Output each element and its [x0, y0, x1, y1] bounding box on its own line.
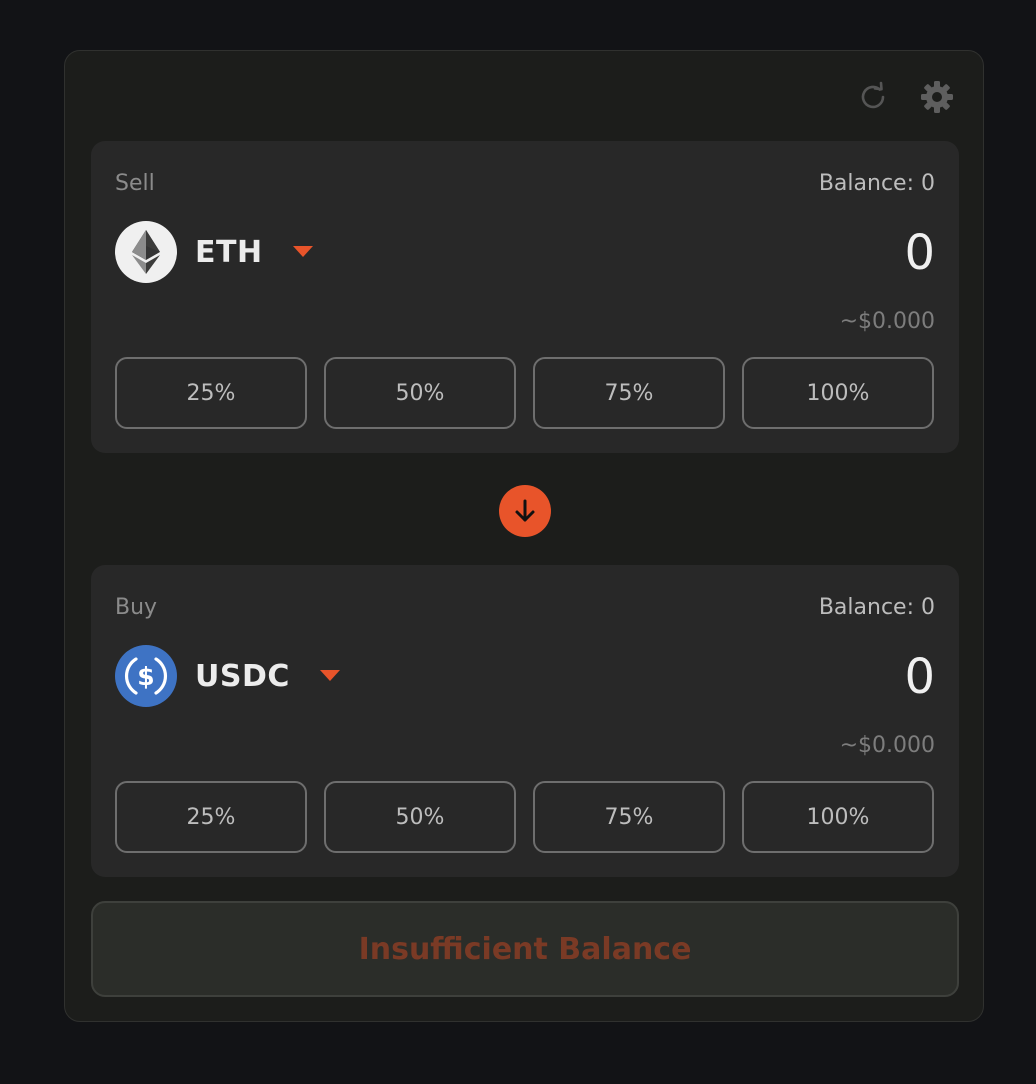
sell-label: Sell [115, 171, 155, 196]
buy-50-percent-button[interactable]: 50% [324, 781, 516, 853]
buy-percent-buttons: 25% 50% 75% 100% [115, 781, 934, 853]
swap-widget: Sell Balance: 0 ETH ~$0.000 25% 50% [64, 50, 984, 1022]
sell-75-percent-button[interactable]: 75% [533, 357, 725, 429]
buy-amount-input[interactable] [635, 649, 935, 705]
buy-token-selector[interactable]: $ USDC [115, 645, 340, 707]
caret-down-icon [319, 667, 340, 686]
header-actions [855, 79, 955, 115]
sell-percent-buttons: 25% 50% 75% 100% [115, 357, 934, 429]
sell-balance: Balance: 0 [818, 171, 935, 196]
arrow-down-icon [515, 499, 535, 522]
caret-down-icon [292, 243, 313, 262]
sell-50-percent-button[interactable]: 50% [324, 357, 516, 429]
sell-panel: Sell Balance: 0 ETH ~$0.000 25% 50% [91, 141, 959, 453]
sell-token-symbol: ETH [195, 234, 263, 270]
insufficient-balance-button[interactable]: Insufficient Balance [91, 901, 959, 997]
sell-token-selector[interactable]: ETH [115, 221, 313, 283]
buy-token-symbol: USDC [195, 658, 290, 694]
buy-balance: Balance: 0 [818, 595, 935, 620]
svg-text:$: $ [137, 662, 154, 691]
buy-100-percent-button[interactable]: 100% [742, 781, 934, 853]
sell-usd-value: ~$0.000 [839, 309, 935, 334]
sell-100-percent-button[interactable]: 100% [742, 357, 934, 429]
buy-25-percent-button[interactable]: 25% [115, 781, 307, 853]
buy-75-percent-button[interactable]: 75% [533, 781, 725, 853]
swap-direction-button[interactable] [499, 485, 551, 537]
sell-amount-input[interactable] [635, 225, 935, 281]
ethereum-logo-icon [115, 221, 177, 283]
gear-icon[interactable] [919, 79, 955, 115]
usdc-logo-icon: $ [115, 645, 177, 707]
buy-usd-value: ~$0.000 [839, 733, 935, 758]
refresh-icon[interactable] [855, 79, 891, 115]
buy-panel: Buy Balance: 0 $ USDC ~$0.000 25% 50% 75… [91, 565, 959, 877]
sell-25-percent-button[interactable]: 25% [115, 357, 307, 429]
buy-label: Buy [115, 595, 158, 620]
